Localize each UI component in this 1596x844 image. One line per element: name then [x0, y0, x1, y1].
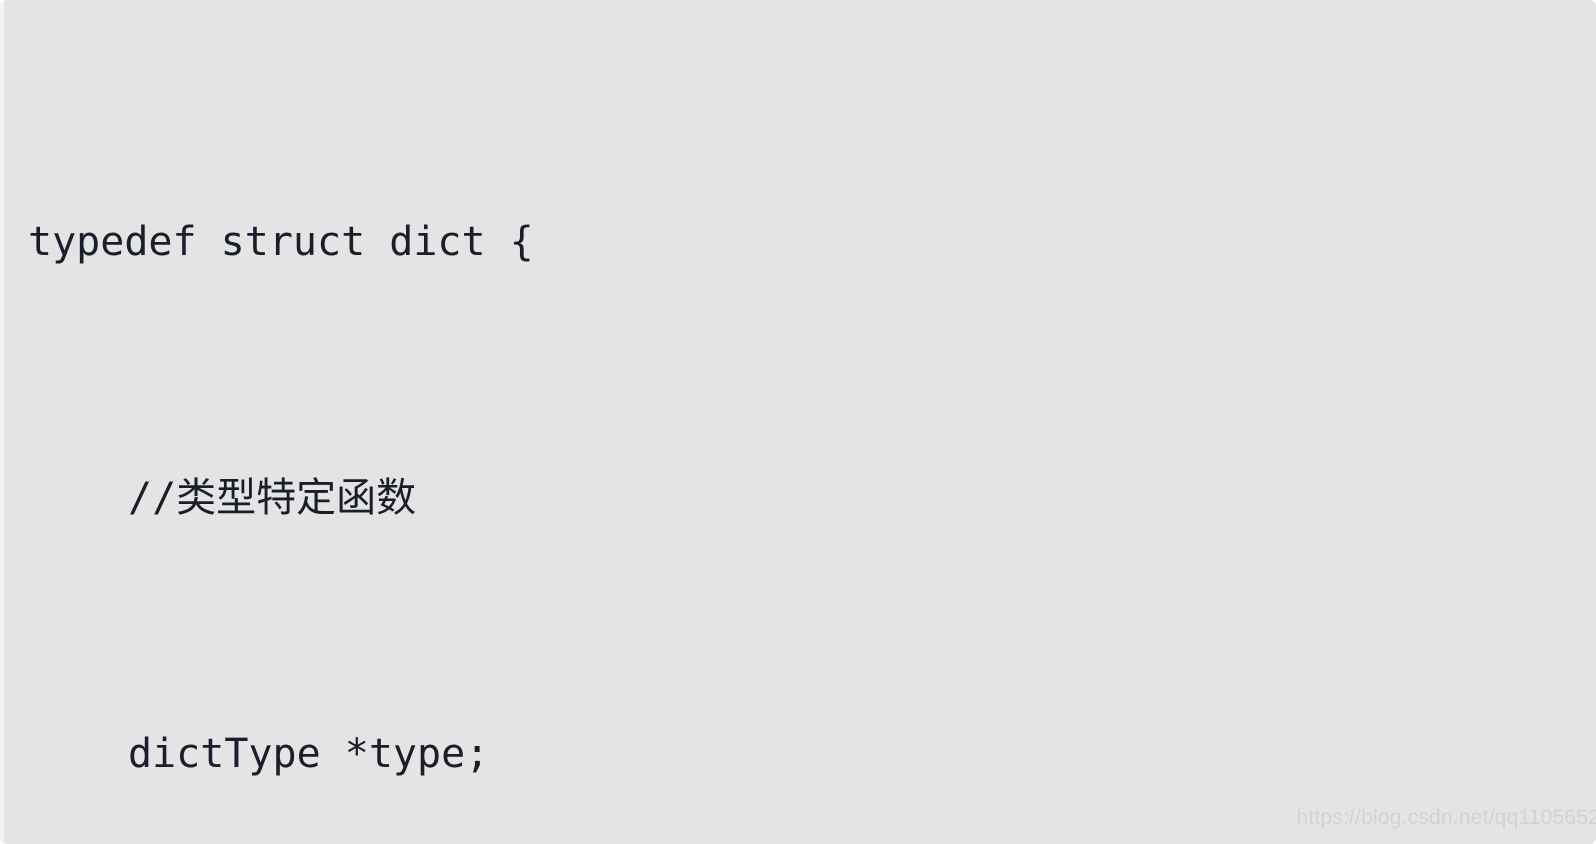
- code-line-text: dictType *type;: [128, 731, 490, 777]
- code-line: //类型特定函数: [28, 466, 1596, 530]
- code-line: dictType *type;: [28, 722, 1596, 786]
- watermark: https://blog.csdn.net/qq1105652: [1296, 806, 1596, 829]
- code-block[interactable]: typedef struct dict { //类型特定函数 dictType …: [0, 0, 1596, 844]
- code-line: typedef struct dict {: [28, 210, 1596, 274]
- code-line-text: typedef struct dict {: [28, 219, 534, 265]
- code-line-text: //类型特定函数: [128, 475, 417, 521]
- code-lines[interactable]: typedef struct dict { //类型特定函数 dictType …: [28, 18, 1596, 844]
